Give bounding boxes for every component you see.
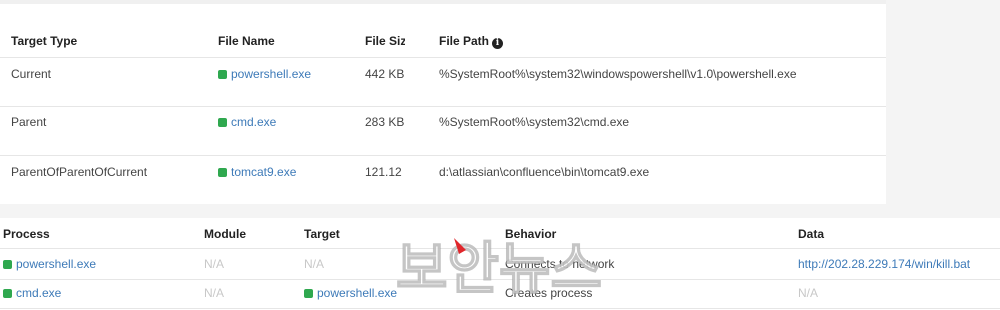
file-name-link[interactable]: tomcat9.exe — [231, 165, 296, 179]
behavior-row-1-module: N/A — [204, 257, 225, 271]
row-divider — [0, 308, 1000, 309]
process-link[interactable]: cmd.exe — [16, 286, 61, 300]
behavior-row-1-data-link[interactable]: http://202.28.229.174/win/kill.bat — [798, 257, 970, 271]
header-process: Process — [3, 227, 50, 241]
row-grandparent-file-size: 121.12 — [365, 165, 402, 179]
file-name-link[interactable]: cmd.exe — [231, 115, 276, 129]
file-icon — [218, 70, 227, 79]
header-file-path: File Path i — [439, 34, 504, 49]
behavior-row-2-data: N/A — [798, 286, 819, 300]
header-file-size: File Size — [365, 34, 405, 48]
behavior-row-2-process[interactable]: cmd.exe — [3, 286, 61, 300]
header-divider — [0, 248, 1000, 249]
row-current-file-name[interactable]: powershell.exe — [218, 67, 311, 81]
behavior-row-2-target[interactable]: powershell.exe — [304, 286, 397, 300]
header-module: Module — [204, 227, 246, 241]
file-table-panel: Target Type File Name File Size File Pat… — [0, 0, 886, 204]
row-divider — [0, 106, 886, 107]
row-divider — [0, 155, 886, 156]
header-divider — [0, 57, 886, 58]
header-behavior: Behavior — [505, 227, 557, 241]
behavior-row-2-behavior: Creates process — [505, 286, 593, 300]
file-icon — [218, 168, 227, 177]
file-icon — [3, 260, 12, 269]
file-icon — [3, 289, 12, 298]
info-icon[interactable]: i — [492, 38, 504, 49]
behavior-row-2-module: N/A — [204, 286, 225, 300]
row-current-target-type: Current — [11, 67, 52, 81]
header-target-type: Target Type — [11, 34, 78, 48]
row-grandparent-file-path: d:\atlassian\confluence\bin\tomcat9.exe — [439, 165, 650, 179]
file-icon — [218, 118, 227, 127]
process-link[interactable]: powershell.exe — [16, 257, 96, 271]
target-link[interactable]: powershell.exe — [317, 286, 397, 300]
behavior-row-1-behavior: Connects to network — [505, 257, 615, 271]
row-grandparent-file-name[interactable]: tomcat9.exe — [218, 165, 296, 179]
row-current-file-size: 442 KB — [365, 67, 405, 81]
header-data: Data — [798, 227, 825, 241]
behavior-table-panel: Process Module Target Behavior Data powe… — [0, 218, 1000, 310]
header-target: Target — [304, 227, 340, 241]
behavior-row-1-target: N/A — [304, 257, 325, 271]
row-divider — [0, 279, 1000, 280]
behavior-row-1-process[interactable]: powershell.exe — [3, 257, 96, 271]
row-parent-file-size: 283 KB — [365, 115, 405, 129]
row-parent-file-name[interactable]: cmd.exe — [218, 115, 276, 129]
row-current-file-path: %SystemRoot%\system32\windowspowershell\… — [439, 67, 797, 81]
file-name-link[interactable]: powershell.exe — [231, 67, 311, 81]
header-file-name: File Name — [218, 34, 275, 48]
row-grandparent-target-type: ParentOfParentOfCurrent — [11, 165, 148, 179]
file-icon — [304, 289, 313, 298]
row-parent-file-path: %SystemRoot%\system32\cmd.exe — [439, 115, 630, 129]
row-parent-target-type: Parent — [11, 115, 47, 129]
header-file-path-label: File Path — [439, 34, 490, 48]
